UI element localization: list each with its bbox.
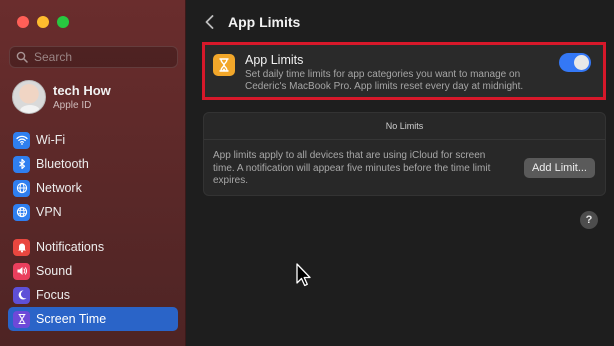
sidebar-item-network[interactable]: Network: [8, 176, 178, 200]
system-settings-window: tech How Apple ID Wi-Fi Bluetooth: [0, 0, 614, 346]
maximize-window-button[interactable]: [57, 16, 69, 28]
sidebar: tech How Apple ID Wi-Fi Bluetooth: [0, 0, 186, 346]
bluetooth-icon: [13, 155, 30, 173]
sidebar-item-label: Network: [36, 181, 82, 195]
sidebar-item-focus[interactable]: Focus: [8, 283, 178, 307]
back-button[interactable]: [202, 12, 216, 32]
mouse-pointer-icon: [296, 263, 311, 287]
sidebar-item-label: Bluetooth: [36, 157, 89, 171]
sidebar-item-sound[interactable]: Sound: [8, 259, 178, 283]
highlight-annotation-box: [202, 42, 606, 100]
speaker-icon: [13, 262, 30, 280]
sidebar-item-label: Sound: [36, 264, 73, 278]
page-header: App Limits: [186, 10, 614, 34]
main-content: App Limits App Limits Set daily time lim…: [186, 0, 614, 346]
hourglass-icon: [13, 310, 30, 328]
traffic-lights: [17, 16, 69, 28]
search-input[interactable]: [34, 50, 174, 64]
add-limit-button[interactable]: Add Limit...: [523, 158, 595, 178]
globe-icon: [13, 179, 30, 197]
avatar: [12, 80, 46, 114]
sidebar-item-bluetooth[interactable]: Bluetooth: [8, 152, 178, 176]
profile-name: tech How: [53, 83, 111, 98]
wifi-icon: [13, 131, 30, 149]
page-title: App Limits: [228, 14, 301, 30]
sidebar-item-label: Screen Time: [36, 312, 107, 326]
nav-group-network: Wi-Fi Bluetooth Network VPN: [8, 128, 178, 224]
sidebar-item-wifi[interactable]: Wi-Fi: [8, 128, 178, 152]
sidebar-item-label: Wi-Fi: [36, 133, 66, 147]
chevron-left-icon: [205, 15, 213, 29]
minimize-window-button[interactable]: [37, 16, 49, 28]
search-icon: [16, 51, 28, 63]
help-button[interactable]: ?: [580, 211, 598, 229]
sidebar-item-label: VPN: [36, 205, 62, 219]
nav-group-system: Notifications Sound Focus Screen Time: [8, 235, 178, 331]
sidebar-item-notifications[interactable]: Notifications: [8, 235, 178, 259]
vpn-globe-icon: [13, 203, 30, 221]
apple-id-profile[interactable]: tech How Apple ID: [12, 80, 111, 114]
sidebar-item-vpn[interactable]: VPN: [8, 200, 178, 224]
moon-icon: [13, 286, 30, 304]
no-limits-label: No Limits: [204, 113, 605, 140]
bell-icon: [13, 238, 30, 256]
sidebar-item-label: Notifications: [36, 240, 105, 254]
close-window-button[interactable]: [17, 16, 29, 28]
search-field[interactable]: [9, 46, 178, 68]
profile-subtitle: Apple ID: [53, 100, 92, 111]
limits-info-text: App limits apply to all devices that are…: [213, 150, 491, 186]
sidebar-item-label: Focus: [36, 288, 71, 302]
limits-panel: No Limits App limits apply to all device…: [203, 112, 606, 196]
sidebar-item-screen-time[interactable]: Screen Time: [8, 307, 178, 331]
